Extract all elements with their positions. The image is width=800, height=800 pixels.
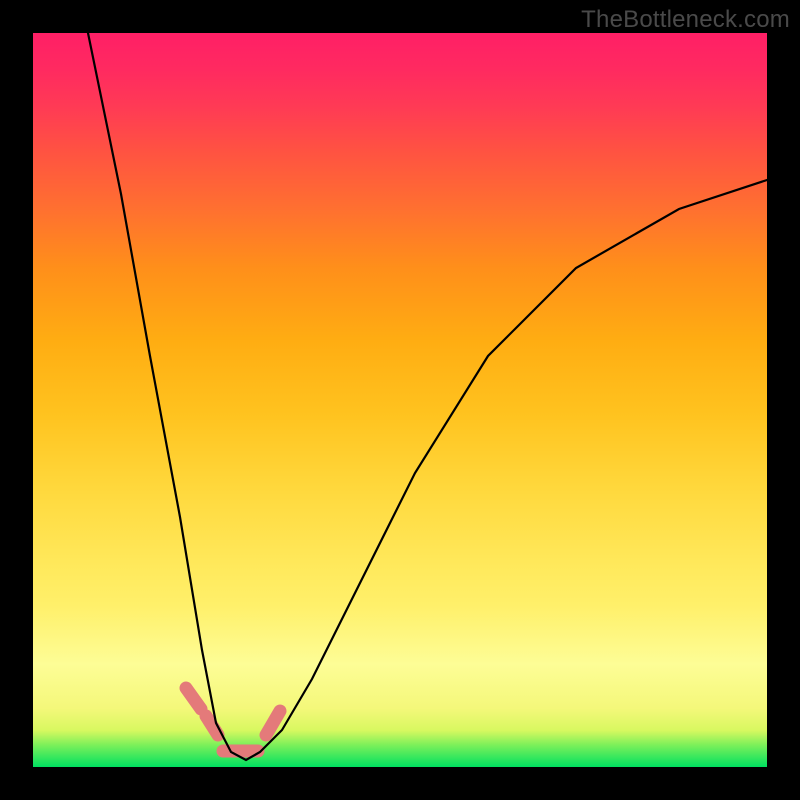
curve-path: [88, 33, 767, 760]
chart-frame: TheBottleneck.com: [0, 0, 800, 800]
bottleneck-curve: [33, 33, 767, 767]
highlight-seg-1: [186, 688, 201, 709]
watermark-text: TheBottleneck.com: [581, 6, 790, 34]
plot-area: [33, 33, 767, 767]
highlight-segments: [186, 688, 280, 751]
highlight-seg-4: [266, 711, 280, 735]
